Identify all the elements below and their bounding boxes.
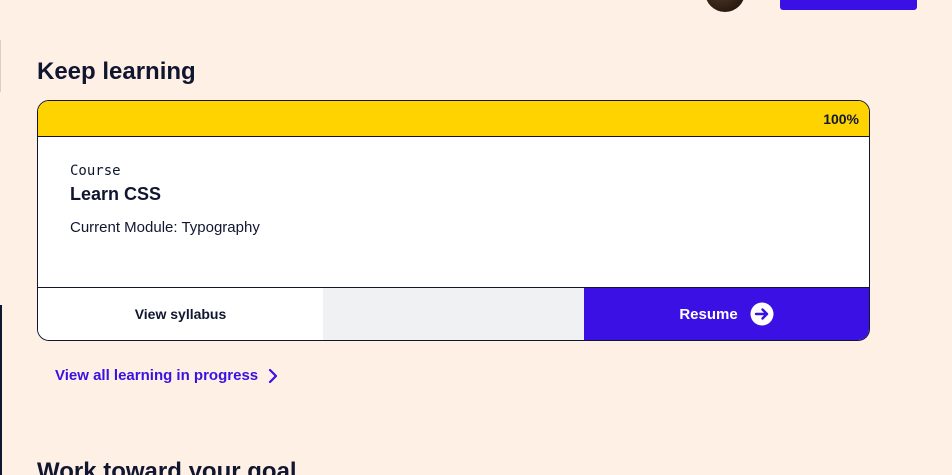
divider	[0, 40, 1, 92]
section-title: Keep learning	[37, 58, 196, 85]
view-syllabus-label: View syllabus	[134, 306, 227, 322]
card-body: Course Learn CSS Current Module: Typogra…	[38, 137, 869, 288]
course-title[interactable]: Learn CSS	[70, 184, 161, 205]
chevron-right-icon	[268, 368, 278, 384]
resume-label: Resume	[679, 305, 738, 323]
divider	[0, 305, 2, 475]
action-spacer	[323, 288, 584, 340]
avatar[interactable]	[705, 0, 745, 12]
current-module: Current Module: Typography	[70, 219, 260, 236]
arrow-circle-right-icon	[750, 302, 774, 326]
resume-button[interactable]: Resume	[584, 288, 869, 340]
content-type-label: Course	[70, 163, 121, 179]
view-syllabus-button[interactable]: View syllabus	[38, 288, 323, 340]
progress-bar: 100%	[38, 101, 869, 137]
upgrade-button[interactable]	[780, 0, 917, 10]
progress-fill	[38, 101, 869, 136]
view-all-label: View all learning in progress	[55, 367, 259, 384]
progress-label: 100%	[823, 111, 859, 127]
card-actions: View syllabus Resume	[38, 288, 869, 340]
view-all-learning-link[interactable]: View all learning in progress	[55, 367, 278, 384]
next-section-title: Work toward your goal	[37, 458, 297, 475]
course-card: 100% Course Learn CSS Current Module: Ty…	[37, 100, 870, 341]
page: Keep learning 100% Course Learn CSS Curr…	[0, 0, 952, 475]
